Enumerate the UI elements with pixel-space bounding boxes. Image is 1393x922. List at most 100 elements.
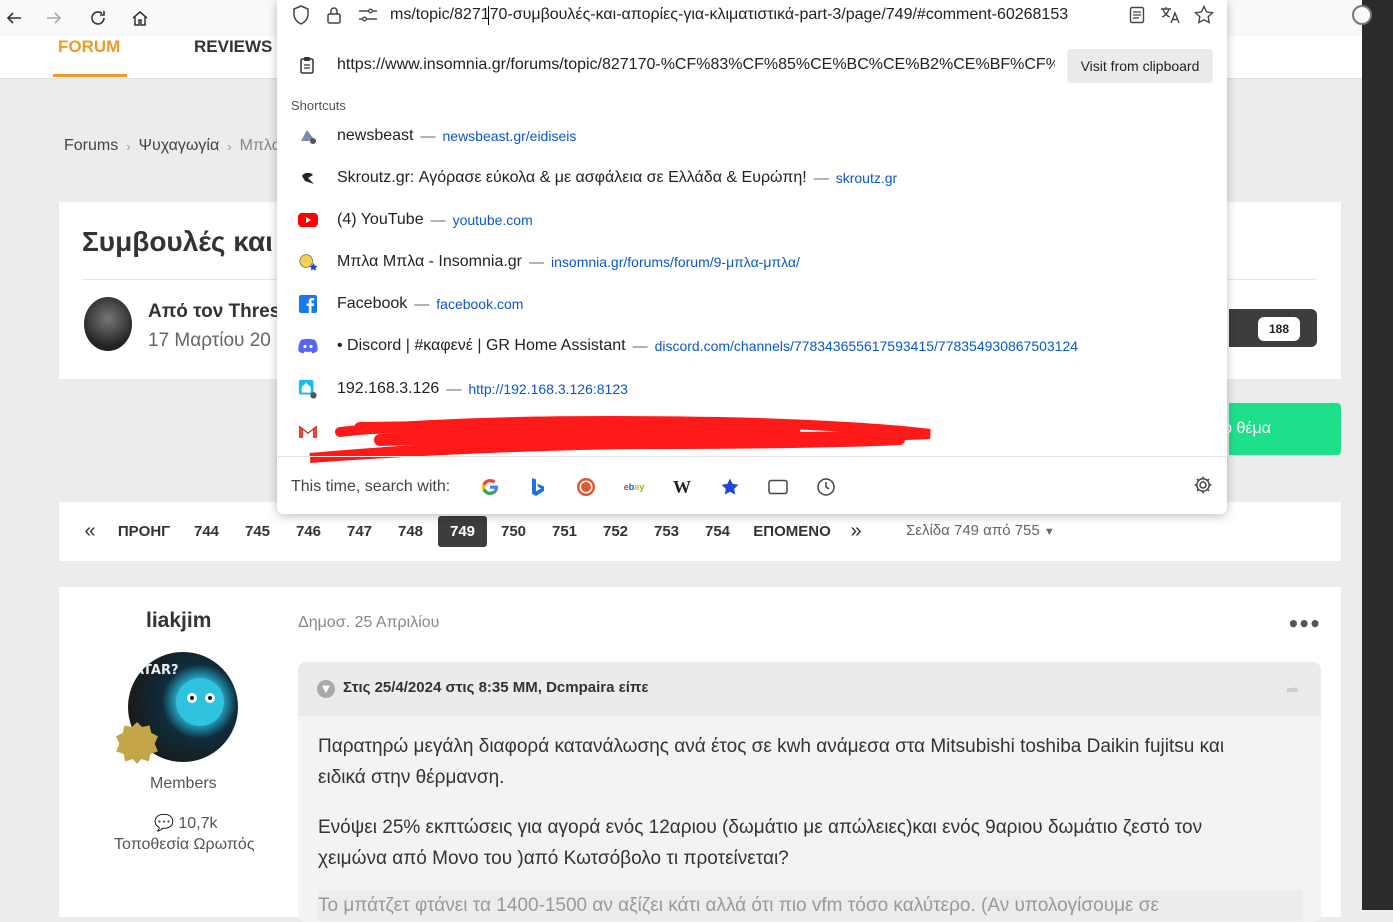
- tab-reviews[interactable]: REVIEWS: [194, 37, 272, 57]
- topic-author[interactable]: Από τον Thresh: [148, 301, 292, 323]
- shortcut-url: discord.com/channels/778343655617593415/…: [654, 338, 1079, 354]
- shortcut-newsbeast[interactable]: newsbeast — newsbeast.gr/eidiseis: [298, 115, 1218, 157]
- ebay-icon[interactable]: ebay: [623, 476, 645, 498]
- youtube-icon: [298, 210, 318, 230]
- shortcut-title: Μπλα Μπλα - Insomnia.gr: [337, 253, 523, 270]
- post-author[interactable]: liakjim: [146, 609, 211, 633]
- page-750[interactable]: 750: [489, 516, 538, 547]
- permissions-icon[interactable]: [356, 3, 380, 27]
- breadcrumb-forums[interactable]: Forums: [64, 137, 118, 155]
- page-749-current[interactable]: 749: [438, 516, 487, 547]
- share-arrow-icon[interactable]: ➦: [1286, 680, 1299, 699]
- redaction-scribble: [309, 416, 931, 463]
- home-icon[interactable]: [126, 4, 154, 32]
- reader-view-icon[interactable]: [1125, 3, 1149, 27]
- duckduckgo-icon[interactable]: [575, 476, 597, 498]
- caret-down-icon: ▼: [1043, 526, 1055, 538]
- page-752[interactable]: 752: [591, 516, 640, 547]
- shortcut-url: youtube.com: [452, 212, 533, 228]
- facebook-icon: [298, 294, 318, 314]
- forward-icon[interactable]: [40, 4, 68, 32]
- shortcut-title: newsbeast: [337, 127, 414, 144]
- comment-icon: 💬: [154, 815, 174, 832]
- clipboard-url[interactable]: https://www.insomnia.gr/forums/topic/827…: [337, 56, 1055, 74]
- url-input[interactable]: ms/topic/827170-συμβουλές-και-απορίες-γι…: [390, 6, 1068, 24]
- back-icon[interactable]: [0, 4, 28, 32]
- bookmarks-star-icon[interactable]: [719, 476, 741, 498]
- wikipedia-icon[interactable]: W: [671, 476, 693, 498]
- post-date[interactable]: Δημοσ. 25 Απριλίου: [298, 614, 439, 632]
- last-page-button[interactable]: »: [846, 516, 866, 547]
- separator-dash: —: [420, 127, 436, 145]
- shortcuts-heading: Shortcuts: [291, 98, 346, 113]
- translate-icon[interactable]: [1158, 3, 1182, 27]
- shield-icon[interactable]: [1352, 5, 1372, 25]
- lock-icon[interactable]: [322, 3, 346, 27]
- shortcut-title: (4) YouTube: [337, 211, 424, 228]
- page-jump-dropdown[interactable]: Σελίδα 749 από 755 ▼: [906, 522, 1055, 539]
- shortcut-home-assistant[interactable]: 192.168.3.126 — http://192.168.3.126:812…: [298, 368, 1218, 410]
- page-747[interactable]: 747: [335, 516, 384, 547]
- divider: [278, 456, 1226, 457]
- shortcut-discord[interactable]: • Discord | #καφενέ | GR Home Assistant …: [298, 325, 1218, 367]
- separator-dash: —: [446, 380, 462, 398]
- active-tab-underline: [53, 74, 127, 77]
- page-751[interactable]: 751: [540, 516, 589, 547]
- text-caret: [488, 6, 489, 25]
- visit-from-clipboard-button[interactable]: Visit from clipboard: [1067, 49, 1213, 83]
- shortcut-youtube[interactable]: (4) YouTube — youtube.com: [298, 199, 1218, 241]
- shortcut-facebook[interactable]: Facebook — facebook.com: [298, 283, 1218, 325]
- quote-citation[interactable]: Στις 25/4/2024 στις 8:35 ΜΜ, Dcmpaira εί…: [343, 679, 649, 696]
- page-of-label: Σελίδα 749 από 755: [906, 522, 1040, 539]
- quote-paragraph: Παρατηρώ μεγάλη διαφορά κατανάλωσης ανά …: [318, 736, 1225, 788]
- quote-paragraph-faded: Το μπάτζετ φτάνει τα 1400-1500 αν αξίζει…: [318, 890, 1303, 921]
- next-page-button[interactable]: ΕΠΟΜΕΝΟ: [752, 516, 832, 547]
- tabs-icon[interactable]: [767, 476, 789, 498]
- history-clock-icon[interactable]: [815, 476, 837, 498]
- page-745[interactable]: 745: [233, 516, 282, 547]
- bing-icon[interactable]: [527, 476, 549, 498]
- reputation-value: 10,7k: [178, 815, 218, 832]
- topic-date: 17 Μαρτίου 20: [148, 330, 271, 351]
- shortcut-skroutz[interactable]: Skroutz.gr: Αγόρασε εύκολα & με ασφάλεια…: [298, 157, 1218, 199]
- chevron-down-icon[interactable]: ▼: [317, 680, 335, 698]
- chevron-right-icon: ›: [227, 138, 232, 154]
- location: Τοποθεσία Ωρωπός: [114, 836, 255, 853]
- page-754[interactable]: 754: [693, 516, 742, 547]
- google-icon[interactable]: [479, 476, 501, 498]
- more-options-icon[interactable]: •••: [1287, 612, 1321, 636]
- shortcut-insomnia[interactable]: Μπλα Μπλα - Insomnia.gr — insomnia.gr/fo…: [298, 241, 1218, 283]
- shortcut-title: Skroutz.gr: Αγόρασε εύκολα & με ασφάλεια…: [337, 169, 807, 186]
- shield-icon[interactable]: [289, 3, 313, 27]
- discord-icon: [298, 336, 318, 356]
- member-group: Members: [150, 775, 217, 792]
- bookmark-star-icon[interactable]: [1192, 3, 1216, 27]
- page-753[interactable]: 753: [642, 516, 691, 547]
- prev-page-button[interactable]: ΠΡΟΗΓ: [114, 516, 174, 547]
- shortcut-title: Facebook: [337, 295, 408, 312]
- shortcut-url: newsbeast.gr/eidiseis: [442, 128, 577, 144]
- page-746[interactable]: 746: [284, 516, 333, 547]
- tab-forum[interactable]: FORUM: [58, 37, 120, 57]
- breadcrumb: Forums › Ψυχαγωγία › Μπλα: [64, 137, 281, 155]
- skroutz-icon: [298, 168, 318, 188]
- reply-button[interactable]: το θέμα: [1217, 403, 1341, 455]
- page-748[interactable]: 748: [386, 516, 435, 547]
- reload-icon[interactable]: [84, 4, 112, 32]
- page-title: Συμβουλές και: [82, 226, 273, 257]
- separator-dash: —: [632, 337, 648, 355]
- chevron-right-icon: ›: [126, 138, 131, 154]
- search-with-label: This time, search with:: [291, 478, 451, 495]
- separator-dash: —: [414, 295, 430, 313]
- gear-icon[interactable]: [1193, 475, 1213, 500]
- shortcut-url: skroutz.gr: [835, 170, 898, 186]
- breadcrumb-current[interactable]: Μπλα: [240, 137, 281, 155]
- quote-paragraph: Ενόψει 25% εκπτώσεις για αγορά ενός 12αρ…: [318, 817, 1203, 869]
- shortcut-url: insomnia.gr/forums/forum/9-μπλα-μπλα/: [551, 254, 800, 270]
- newsbeast-icon: [298, 126, 318, 146]
- home-assistant-icon: [298, 379, 318, 399]
- page-744[interactable]: 744: [182, 516, 231, 547]
- breadcrumb-entertainment[interactable]: Ψυχαγωγία: [139, 137, 220, 155]
- first-page-button[interactable]: «: [80, 516, 100, 547]
- avatar[interactable]: [84, 297, 132, 351]
